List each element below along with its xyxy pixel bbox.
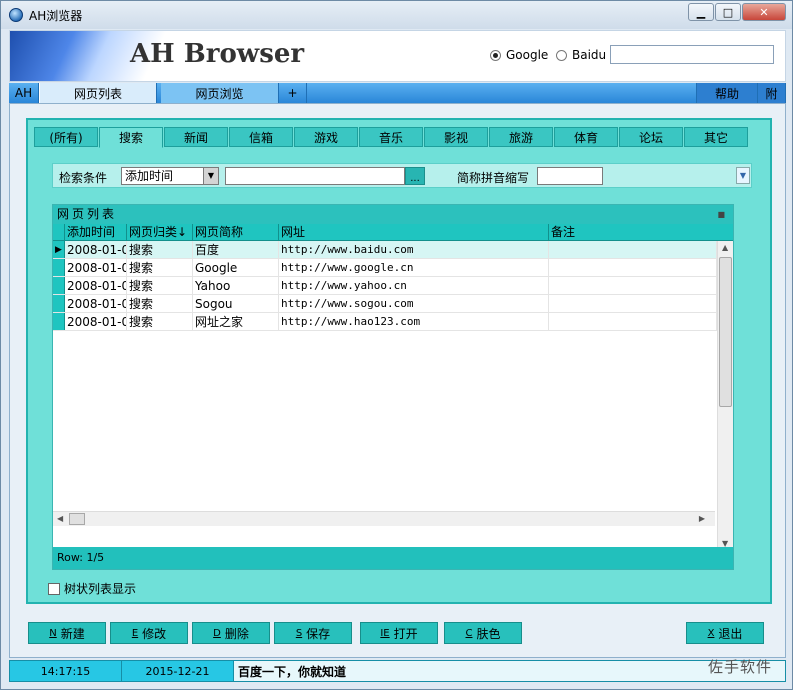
radio-selected-icon [490, 49, 501, 61]
attach-button[interactable]: 附 [758, 83, 786, 103]
status-bar: 14:17:15 2015-12-21 百度一下，你就知道 [9, 660, 786, 682]
header-note[interactable]: 备注 [549, 224, 717, 240]
maximize-icon: □ [722, 5, 734, 19]
new-button[interactable]: N 新建 [28, 622, 106, 644]
category-tab-sports[interactable]: 体育 [554, 127, 618, 147]
close-button[interactable]: ✕ [742, 3, 786, 21]
grid-header: 添加时间 网页归类↓ 网页简称 网址 备注 [53, 224, 733, 241]
table-row[interactable]: ▶ 2008-01-0 搜索 百度 http://www.baidu.com [53, 241, 733, 259]
exit-button[interactable]: X 退出 [686, 622, 764, 644]
scroll-up-icon[interactable]: ▲ [722, 243, 728, 252]
minimize-icon: ▁ [696, 5, 706, 19]
vertical-scrollbar[interactable]: ▲ ▼ [717, 241, 733, 550]
category-tab-music[interactable]: 音乐 [359, 127, 423, 147]
app-window: AH浏览器 ▁ □ ✕ AH Browser Google Baidu AH 网… [0, 0, 793, 690]
add-tab-button[interactable]: + [279, 83, 307, 103]
horizontal-scrollbar[interactable]: ◀ ▶ [53, 511, 715, 526]
scroll-right-icon[interactable]: ▶ [699, 514, 705, 523]
minimize-button[interactable]: ▁ [688, 3, 714, 21]
condition-select[interactable]: 添加时间 ▼ [121, 167, 219, 185]
current-row-icon: ▶ [53, 241, 65, 258]
status-date: 2015-12-21 [122, 661, 234, 681]
category-tab-all[interactable]: (所有) [34, 127, 98, 147]
category-tab-mail[interactable]: 信箱 [229, 127, 293, 147]
status-time: 14:17:15 [10, 661, 122, 681]
status-message: 百度一下，你就知道 [234, 661, 785, 681]
abbr-label: 简称拼音缩写 [457, 171, 530, 185]
horizontal-scroll-thumb[interactable] [69, 513, 85, 525]
header-url[interactable]: 网址 [279, 224, 549, 240]
delete-button[interactable]: D 删除 [192, 622, 270, 644]
open-button[interactable]: IE 打开 [360, 622, 438, 644]
window-title: AH浏览器 [29, 8, 83, 23]
engine-radio-google[interactable]: Google [490, 48, 548, 62]
maximize-button[interactable]: □ [715, 3, 741, 21]
table-row[interactable]: 2008-01-0 搜索 Sogou http://www.sogou.com [53, 295, 733, 313]
category-tabs: (所有) 搜索 新闻 信箱 游戏 音乐 影视 旅游 体育 论坛 其它 [34, 127, 749, 148]
browse-button[interactable]: ... [405, 167, 425, 185]
radio-unselected-icon [556, 49, 567, 61]
dropdown-arrow-icon: ▼ [203, 168, 218, 184]
main-area: (所有) 搜索 新闻 信箱 游戏 音乐 影视 旅游 体育 论坛 其它 检索条件 … [9, 103, 786, 658]
header-banner: AH Browser Google Baidu [9, 30, 786, 82]
scroll-left-icon[interactable]: ◀ [57, 514, 63, 523]
edit-button[interactable]: E 修改 [110, 622, 188, 644]
tab-ah[interactable]: AH [9, 83, 39, 103]
category-tab-news[interactable]: 新闻 [164, 127, 228, 147]
condition-input[interactable] [225, 167, 405, 185]
header-short-name[interactable]: 网页简称 [193, 224, 279, 240]
close-icon: ✕ [759, 5, 769, 19]
filter-bar: 检索条件 添加时间 ▼ ... 简称拼音缩写 ▼ [52, 163, 752, 188]
category-tab-forum[interactable]: 论坛 [619, 127, 683, 147]
web-list-panel: (所有) 搜索 新闻 信箱 游戏 音乐 影视 旅游 体育 论坛 其它 检索条件 … [26, 118, 772, 604]
condition-label: 检索条件 [59, 171, 108, 185]
main-tab-bar: AH 网页列表 网页浏览 + 帮助 附 [9, 83, 786, 103]
web-search-input[interactable] [610, 45, 774, 64]
header-category[interactable]: 网页归类↓ [127, 224, 193, 240]
title-bar: AH浏览器 ▁ □ ✕ [1, 1, 792, 29]
tab-web-list[interactable]: 网页列表 [39, 83, 157, 103]
abbr-input[interactable] [537, 167, 603, 185]
category-tab-travel[interactable]: 旅游 [489, 127, 553, 147]
grid-row-status: Row: 1/5 [53, 547, 733, 569]
globe-icon [9, 8, 23, 22]
pin-icon[interactable]: ■ [717, 205, 725, 224]
save-button[interactable]: S 保存 [274, 622, 352, 644]
skin-color-button[interactable]: C 肤色 [444, 622, 522, 644]
sort-down-icon: ↓ [177, 225, 188, 239]
table-row[interactable]: 2008-01-0 搜索 网址之家 http://www.hao123.com [53, 313, 733, 331]
header-added-time[interactable]: 添加时间 [65, 224, 127, 240]
checkbox-icon [48, 582, 60, 595]
category-tab-video[interactable]: 影视 [424, 127, 488, 147]
category-tab-other[interactable]: 其它 [684, 127, 748, 147]
collapse-chevron-icon[interactable]: ▼ [736, 167, 750, 184]
app-logo-title: AH Browser [130, 39, 305, 69]
table-row[interactable]: 2008-01-0 搜索 Yahoo http://www.yahoo.cn [53, 277, 733, 295]
web-list-grid: 网页列表 ■ 添加时间 网页归类↓ 网页简称 网址 备注 ▶ 2008-01-0… [52, 204, 734, 570]
help-button[interactable]: 帮助 [696, 83, 758, 103]
category-tab-search[interactable]: 搜索 [99, 127, 163, 148]
category-tab-games[interactable]: 游戏 [294, 127, 358, 147]
tab-web-browse[interactable]: 网页浏览 [161, 83, 279, 103]
engine-radio-baidu[interactable]: Baidu [556, 48, 606, 62]
tree-view-checkbox[interactable]: 树状列表显示 [48, 580, 136, 597]
vertical-scroll-thumb[interactable] [719, 257, 732, 407]
watermark: 佐手软件 [707, 658, 772, 676]
table-row[interactable]: 2008-01-0 搜索 Google http://www.google.cn [53, 259, 733, 277]
header-indicator [53, 224, 65, 240]
grid-caption: 网页列表 ■ [53, 205, 733, 224]
